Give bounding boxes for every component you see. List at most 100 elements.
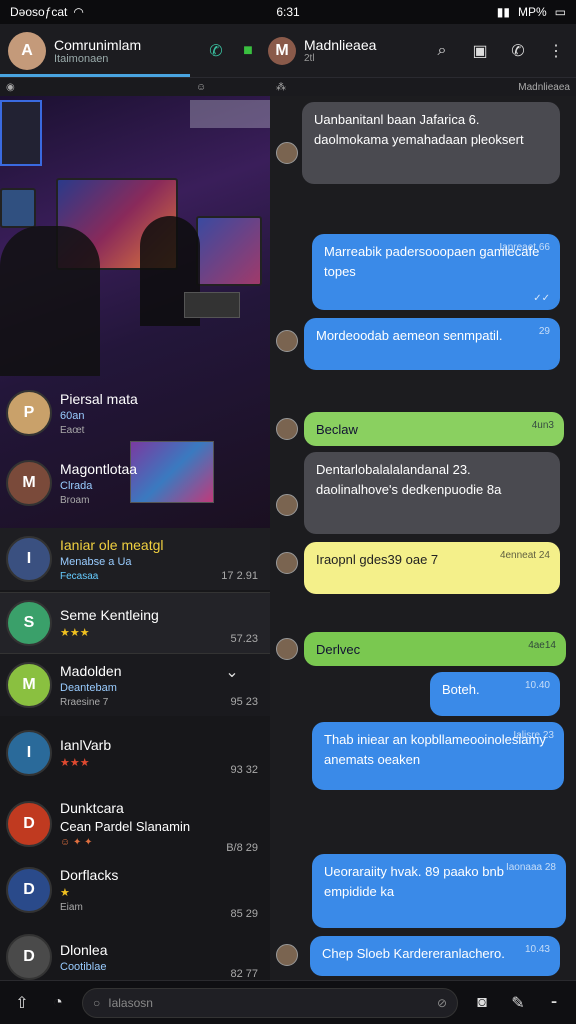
chat-name: Ianiar ole meatgl	[60, 536, 164, 553]
chat-time: 95 23	[230, 696, 258, 708]
camera-icon[interactable]: ◙	[470, 991, 494, 1015]
conversation-pane: Uanbanitanl baan Jafarica 6. daolmokama …	[270, 96, 576, 980]
sender-avatar	[276, 418, 298, 440]
message-time: 29	[538, 326, 550, 337]
account-name: Comrunimlam	[54, 36, 142, 53]
chat-name: Seme Kentleing	[60, 607, 159, 623]
chat-item[interactable]: M Magontlotaa Clrada Broam	[0, 452, 270, 514]
call-icon[interactable]: ✆	[204, 39, 228, 63]
chat-sub: Broam	[60, 494, 90, 506]
message-time: 10.43	[524, 944, 550, 955]
message-bubble[interactable]: Beclaw 4un3	[304, 412, 564, 446]
tab-updates[interactable]: ☺	[196, 82, 276, 93]
gamer-silhouette	[0, 226, 100, 376]
chat-sub: Eaœt	[60, 424, 85, 436]
chat-name: Magontlotaa	[60, 460, 138, 477]
chat-item[interactable]: D Dlonlea Cootiblae 82 77	[0, 926, 270, 980]
chat-item[interactable]: I IanlVarb ★★★ 93 32	[0, 722, 270, 784]
chat-name: Piersal mata	[60, 390, 138, 407]
message-bubble[interactable]: Marreabik padersooopaen gamlecafe topes I…	[312, 234, 560, 310]
chat-item[interactable]: S Seme Kentleing ★★★ 57.23	[0, 592, 270, 654]
avatar: M	[6, 460, 52, 506]
phone-icon[interactable]: ✆	[506, 39, 530, 63]
contact-status: 2tl	[304, 53, 315, 64]
wifi-icon: ◠	[73, 5, 84, 19]
media-icon[interactable]: ▣	[468, 39, 492, 63]
attach-icon[interactable]: ⊘	[437, 996, 447, 1010]
avatar: D	[6, 934, 52, 980]
avatar: S	[6, 600, 52, 646]
sender-avatar	[276, 638, 298, 660]
sender-avatar	[276, 944, 298, 966]
video-icon[interactable]: ■	[236, 39, 260, 63]
avatar: I	[6, 536, 52, 582]
account-status: Itaimonaen	[54, 52, 109, 65]
search-icon[interactable]: ⌕	[430, 39, 454, 63]
chat-item[interactable]: I Ianiar ole meatgl Menabse a Ua Fecasaa 1…	[0, 528, 270, 590]
chat-time: 82 77	[230, 968, 258, 980]
monitor-right	[196, 216, 262, 286]
message-bubble[interactable]: Boteh. 10.40	[430, 672, 560, 716]
tab-calls[interactable]: ⁂	[276, 82, 286, 93]
message-time: 10.40	[524, 680, 550, 691]
sender-avatar	[276, 330, 298, 352]
contact-name: Madnlieaea	[304, 37, 377, 53]
chat-item[interactable]: D Dorflacks ★ Eiam 85 29	[0, 852, 270, 928]
message-time: Ialisre 23	[513, 730, 554, 741]
message-text: Dentarlobalalalandanal 23. daolinalhove'…	[316, 462, 502, 497]
chat-item[interactable]: M Madolden Deantebam Rraesine 7 ⌄ 95 23	[0, 654, 270, 716]
timer-icon[interactable]: ◔	[46, 991, 70, 1015]
account-block[interactable]: A Comrunimlam Itaimonaen	[8, 31, 204, 70]
avatar: D	[6, 801, 52, 847]
chat-preview: Menabse a Ua	[60, 555, 132, 568]
battery-label: MP%	[517, 5, 547, 19]
chat-time: 17 2.91	[221, 570, 258, 582]
message-bubble[interactable]: Mordeoodab aemeon senmpatil. 29	[304, 318, 560, 370]
clock: 6:31	[276, 5, 300, 19]
sender-avatar	[276, 494, 298, 516]
message-bubble[interactable]: Chep Sloeb Kardereranlachero. 10.43	[310, 936, 560, 976]
message-text: Boteh.	[442, 682, 480, 697]
keyboard	[184, 292, 240, 318]
chat-item[interactable]: D Dunktcara Cean Pardel Slanamin ☺ ✦ ✦ B/8…	[0, 786, 270, 862]
read-check-icon: ✓✓	[533, 293, 550, 304]
chat-name: Dorflacks	[60, 867, 119, 883]
signal-icon: ▮▮	[496, 5, 510, 19]
message-bubble[interactable]: Iraopnl gdes39 oae 7 4enneat 24	[304, 542, 560, 594]
message-bubble[interactable]: Derlvec 4ae14	[304, 632, 566, 666]
message-text: Chep Sloeb Kardereranlachero.	[322, 946, 505, 961]
chat-preview: Cean Pardel Slanamin	[60, 819, 191, 834]
message-time: 4enneat 24	[499, 550, 550, 561]
message-bubble[interactable]: Dentarlobalalalandanal 23. daolinalhove'…	[304, 452, 560, 534]
avatar: M	[6, 662, 52, 708]
chat-contact[interactable]: ✆ ■ M Madnlieaea 2tl	[204, 36, 377, 65]
message-input[interactable]: ○ Ialasosn ⊘	[82, 987, 458, 1018]
share-icon[interactable]: ⇧	[10, 991, 34, 1015]
message-text: Ueoraraiity hvak. 89 paako bnb empidide …	[324, 864, 504, 899]
message-bubble[interactable]: Uanbanitanl baan Jafarica 6. daolmokama …	[302, 102, 560, 184]
ceiling-light	[190, 100, 270, 128]
chevron-down-icon[interactable]: ⌄	[220, 660, 244, 684]
avatar: I	[6, 730, 52, 776]
account-avatar[interactable]: A	[8, 31, 46, 70]
more-icon[interactable]: ⋮	[544, 39, 568, 63]
chat-name: Dunktcara	[60, 800, 124, 816]
more-options-icon[interactable]: ⁃	[542, 991, 566, 1015]
message-bubble[interactable]: Thab iniear an kopbllameooinolesiamy ane…	[312, 722, 564, 790]
message-text: Uanbanitanl baan Jafarica 6. daolmokama …	[314, 112, 524, 147]
bottom-bar: ⇧ ◔ ○ Ialasosn ⊘ ◙ ✎ ⁃	[0, 980, 576, 1024]
sender-avatar	[276, 142, 298, 164]
tab-strip: ◉ ☺ ⁂ Madnlieaea	[0, 78, 576, 96]
tab-chats[interactable]: ◉	[6, 82, 196, 93]
chat-name: IanlVarb	[60, 737, 112, 753]
chat-item[interactable]: P Piersal mata 60an Eaœt	[0, 382, 270, 444]
app-header: A Comrunimlam Itaimonaen ✆ ■ M Madnlieae…	[0, 24, 576, 78]
contact-avatar[interactable]: M	[268, 36, 296, 65]
monitor-left	[0, 188, 36, 228]
message-input-placeholder: Ialasosn	[108, 995, 153, 1010]
edit-icon[interactable]: ✎	[506, 991, 530, 1015]
chat-preview: 60an	[60, 409, 85, 422]
message-text: Derlvec	[316, 642, 361, 657]
message-text: Iraopnl gdes39 oae 7	[316, 552, 439, 567]
message-bubble[interactable]: Ueoraraiity hvak. 89 paako bnb empidide …	[312, 854, 566, 928]
